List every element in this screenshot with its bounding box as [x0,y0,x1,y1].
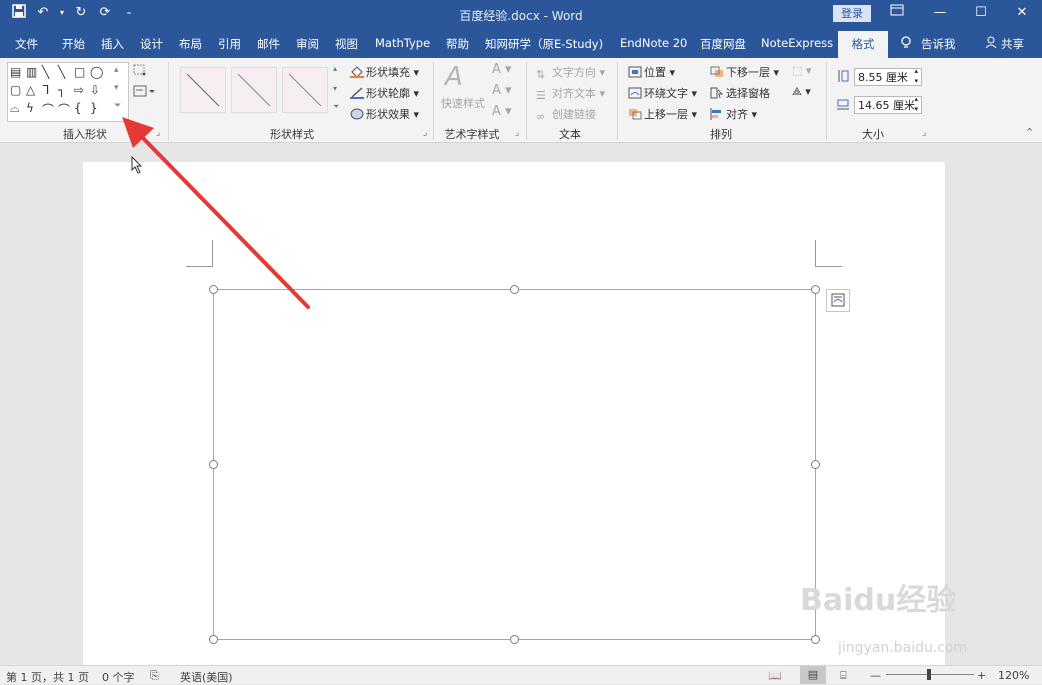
mouse-cursor-icon [131,156,143,174]
baidu-watermark-url: jingyan.baidu.com [838,640,968,656]
zoom-slider-thumb[interactable] [927,669,931,680]
baidu-watermark: Baidu经验 [800,583,957,618]
read-mode-icon[interactable]: 📖 [768,669,782,682]
zoom-level[interactable]: 120% [998,669,1029,682]
status-bar: 第 1 页，共 1 页 0 个字 ⎘ 英语(美国) 📖 ▤ ⌸ — + 120% [0,665,1042,684]
zoom-in-icon[interactable]: + [977,669,986,682]
proofing-icon[interactable]: ⎘ [150,669,159,683]
print-layout-icon[interactable]: ▤ [800,666,826,684]
zoom-out-icon[interactable]: — [870,669,881,682]
web-layout-icon[interactable]: ⌸ [840,669,847,683]
